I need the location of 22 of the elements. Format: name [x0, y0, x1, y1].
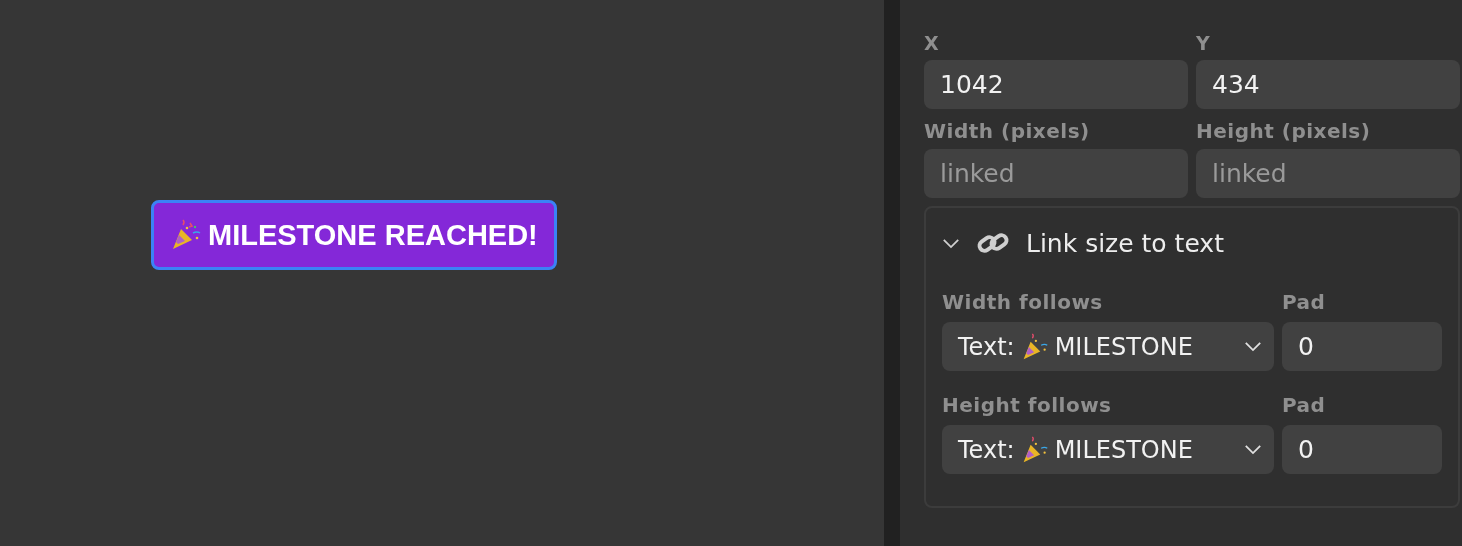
input-field[interactable]: 434 [1196, 60, 1460, 109]
input-field[interactable]: 0 [1282, 425, 1442, 474]
chevron-icon[interactable] [942, 237, 960, 249]
field-label: Y [1196, 32, 1212, 54]
field-label: Width (pixels) [924, 119, 1091, 143]
field-label: Pad [1282, 393, 1327, 417]
input-field[interactable]: linked [924, 149, 1188, 198]
dropdown[interactable]: Text: MILESTONE [942, 425, 1274, 474]
dropdown[interactable]: Text: MILESTONE [942, 322, 1274, 371]
caret-icon [1244, 444, 1262, 455]
party-popper-icon [170, 219, 202, 251]
milestone-badge[interactable]: MILESTONE REACHED! [151, 200, 557, 270]
input-field[interactable]: 1042 [924, 60, 1188, 109]
caret-icon [1244, 341, 1262, 352]
field-label: Pad [1282, 290, 1327, 314]
input-field[interactable]: linked [1196, 149, 1460, 198]
input-field[interactable]: 0 [1282, 322, 1442, 371]
field-label: Width follows [942, 290, 1104, 314]
field-label: X [924, 32, 941, 54]
field-label: Height follows [942, 393, 1113, 417]
section-title: Link size to text [1026, 228, 1224, 258]
field-label: Height (pixels) [1196, 119, 1372, 143]
